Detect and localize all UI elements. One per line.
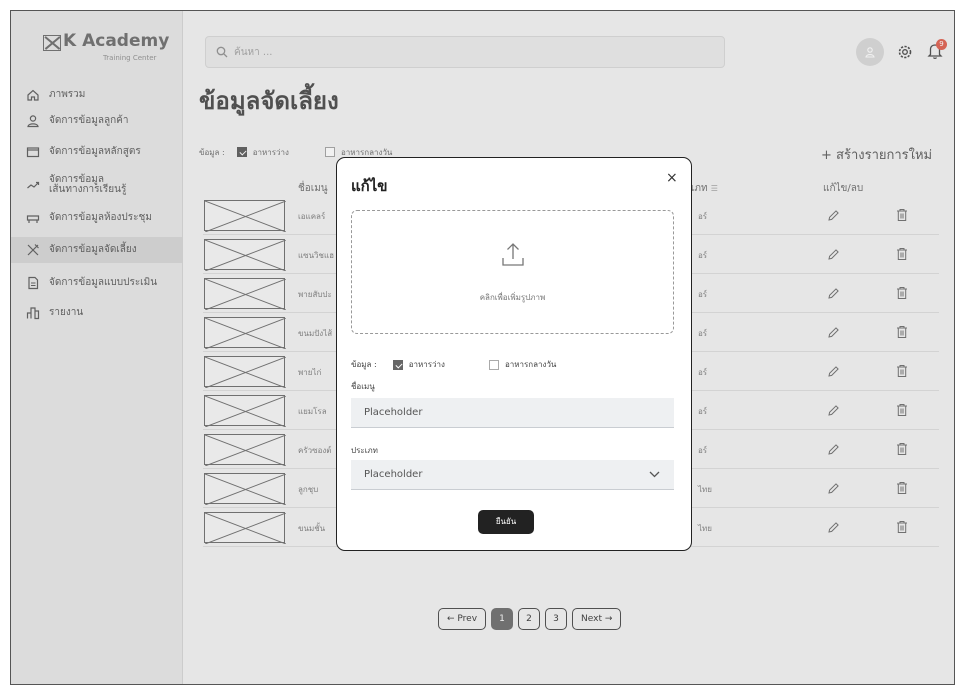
edit-modal: แก้ไข × คลิกเพื่อเพิ่มรูปภาพ ข้อมูล : อา… <box>336 157 692 551</box>
chevron-down-icon <box>649 471 660 478</box>
modal-filter-label: ข้อมูล : <box>351 360 377 369</box>
menu-name-field[interactable]: Placeholder <box>351 398 674 428</box>
upload-icon <box>502 243 524 266</box>
modal-checkbox-snack[interactable] <box>392 359 403 370</box>
category-label: ประเภท <box>351 446 378 455</box>
category-select[interactable]: Placeholder <box>351 460 674 490</box>
image-upload-dropzone[interactable]: คลิกเพื่อเพิ่มรูปภาพ <box>351 210 674 334</box>
modal-filter-option-label: อาหารกลางวัน <box>504 360 557 369</box>
close-icon[interactable]: × <box>666 170 678 186</box>
modal-filter-bar: ข้อมูล : อาหารว่าง อาหารกลางวัน <box>351 358 556 371</box>
confirm-button[interactable]: ยืนยัน <box>478 510 534 534</box>
modal-filter-option-label: อาหารว่าง <box>408 360 445 369</box>
modal-checkbox-lunch[interactable] <box>488 359 499 370</box>
category-select-value: Placeholder <box>364 469 423 480</box>
app-window: K Academy Training Center ภาพรวม จัดการข… <box>10 10 955 685</box>
upload-label: คลิกเพื่อเพิ่มรูปภาพ <box>479 293 546 302</box>
modal-title: แก้ไข <box>351 177 388 195</box>
menu-name-label: ชื่อเมนู <box>351 382 375 391</box>
